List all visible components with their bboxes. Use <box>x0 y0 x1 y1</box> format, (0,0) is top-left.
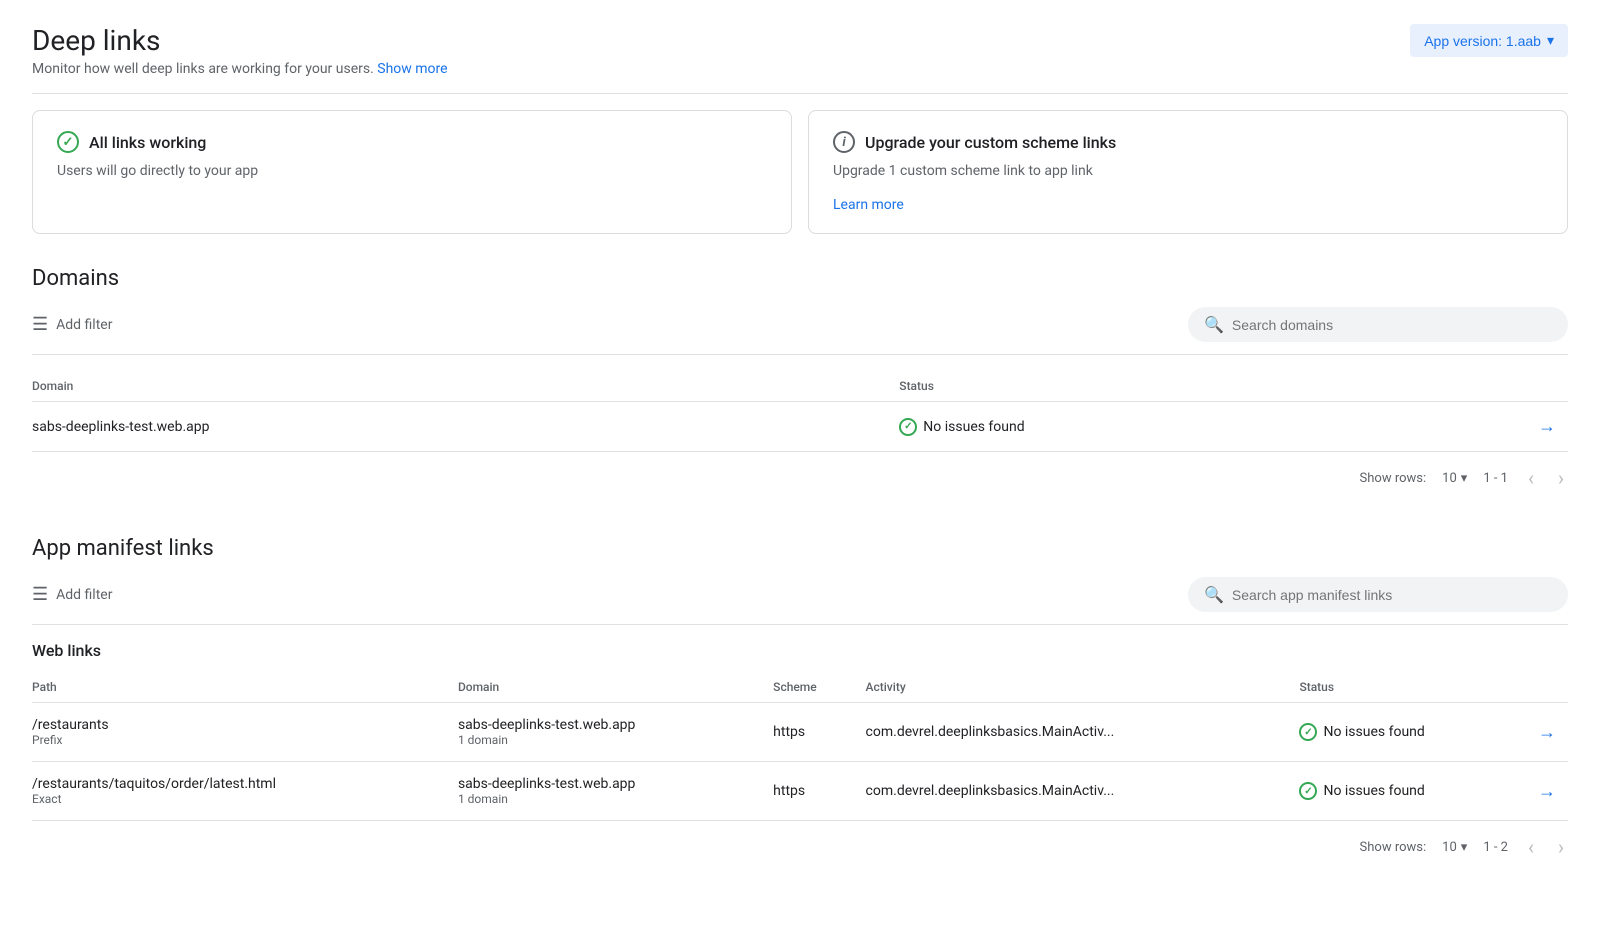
app-manifest-search-input[interactable] <box>1232 587 1552 603</box>
app-manifest-filter-label: Add filter <box>56 587 112 603</box>
domains-table-row: sabs-deeplinks-test.web.app No issues fo… <box>32 402 1568 452</box>
col-path: Path <box>32 672 458 703</box>
domains-table: Domain Status sabs-deeplinks-test.web.ap… <box>32 371 1568 452</box>
app-version-label: App version: 1.aab <box>1424 33 1541 49</box>
learn-more-link[interactable]: Learn more <box>833 197 904 213</box>
chevron-down-icon: ▾ <box>1547 32 1554 49</box>
row-domain: sabs-deeplinks-test.web.app 1 domain <box>458 703 773 762</box>
domains-next-btn[interactable]: › <box>1554 464 1568 492</box>
header-divider <box>32 93 1568 94</box>
app-manifest-search-box: 🔍 <box>1188 577 1568 612</box>
manifest-row-arrow[interactable]: → <box>1528 703 1568 762</box>
row-status: No issues found <box>1299 762 1528 821</box>
app-manifest-filter-left[interactable]: ☰ Add filter <box>32 584 1188 605</box>
manifest-rows-select[interactable]: 10 ▾ <box>1442 840 1467 855</box>
app-manifest-section: App manifest links ☰ Add filter 🔍 Web li… <box>32 536 1568 873</box>
app-manifest-table-row: /restaurants/taquitos/order/latest.html … <box>32 762 1568 821</box>
domains-search-input[interactable] <box>1232 317 1552 333</box>
row-scheme: https <box>773 762 865 821</box>
app-manifest-filter-row: ☰ Add filter 🔍 <box>32 577 1568 625</box>
search-icon: 🔍 <box>1204 315 1224 334</box>
row-path: /restaurants/taquitos/order/latest.html … <box>32 762 458 821</box>
chevron-down-icon: ▾ <box>1461 840 1468 855</box>
domain-row-arrow[interactable]: → <box>1528 402 1568 452</box>
card-all-links-working: All links working Users will go directly… <box>32 110 792 234</box>
page-title: Deep links <box>32 24 1568 57</box>
check-circle-icon <box>57 131 79 153</box>
show-more-link[interactable]: Show more <box>377 61 447 77</box>
web-links-title: Web links <box>32 641 1568 660</box>
manifest-next-btn[interactable]: › <box>1554 833 1568 861</box>
filter-icon: ☰ <box>32 584 48 605</box>
app-manifest-table-row: /restaurants Prefix sabs-deeplinks-test.… <box>32 703 1568 762</box>
domains-pagination: Show rows: 10 ▾ 1 - 1 ‹ › <box>32 452 1568 504</box>
page-header: Deep links Monitor how well deep links a… <box>32 24 1568 77</box>
search-icon: 🔍 <box>1204 585 1224 604</box>
domains-col-domain: Domain <box>32 371 899 402</box>
domains-filter-left[interactable]: ☰ Add filter <box>32 314 1188 335</box>
status-ok-icon <box>1299 723 1317 741</box>
card-header: i Upgrade your custom scheme links <box>833 131 1543 153</box>
col-status: Status <box>1299 672 1528 703</box>
domains-filter-row: ☰ Add filter 🔍 <box>32 307 1568 355</box>
card-body: Users will go directly to your app <box>57 163 767 179</box>
row-activity: com.devrel.deeplinksbasics.MainActiv... <box>866 762 1300 821</box>
domains-section: Domains ☰ Add filter 🔍 Domain Status sab… <box>32 266 1568 504</box>
filter-icon: ☰ <box>32 314 48 335</box>
manifest-row-arrow[interactable]: → <box>1528 762 1568 821</box>
row-path: /restaurants Prefix <box>32 703 458 762</box>
domains-section-title: Domains <box>32 266 1568 291</box>
row-activity: com.devrel.deeplinksbasics.MainActiv... <box>866 703 1300 762</box>
domains-prev-btn[interactable]: ‹ <box>1524 464 1538 492</box>
row-status: No issues found <box>1299 703 1528 762</box>
col-domain: Domain <box>458 672 773 703</box>
row-domain: sabs-deeplinks-test.web.app 1 domain <box>458 762 773 821</box>
domains-col-status: Status <box>899 371 1528 402</box>
domains-search-box: 🔍 <box>1188 307 1568 342</box>
status-ok-icon <box>1299 782 1317 800</box>
chevron-down-icon: ▾ <box>1461 471 1468 486</box>
app-manifest-section-title: App manifest links <box>32 536 1568 561</box>
domain-name: sabs-deeplinks-test.web.app <box>32 402 899 452</box>
card-header: All links working <box>57 131 767 153</box>
page-subtitle: Monitor how well deep links are working … <box>32 61 1568 77</box>
app-manifest-table: Path Domain Scheme Activity Status /rest… <box>32 672 1568 821</box>
row-scheme: https <box>773 703 865 762</box>
card-title: Upgrade your custom scheme links <box>865 133 1116 152</box>
card-body: Upgrade 1 custom scheme link to app link <box>833 163 1543 179</box>
col-scheme: Scheme <box>773 672 865 703</box>
manifest-prev-btn[interactable]: ‹ <box>1524 833 1538 861</box>
app-manifest-pagination: Show rows: 10 ▾ 1 - 2 ‹ › <box>32 821 1568 873</box>
card-upgrade-custom-scheme: i Upgrade your custom scheme links Upgra… <box>808 110 1568 234</box>
domains-filter-label: Add filter <box>56 317 112 333</box>
domains-rows-select[interactable]: 10 ▾ <box>1442 471 1467 486</box>
cards-row: All links working Users will go directly… <box>32 110 1568 234</box>
app-version-button[interactable]: App version: 1.aab ▾ <box>1410 24 1568 57</box>
domain-status: No issues found <box>899 402 1528 452</box>
col-activity: Activity <box>866 672 1300 703</box>
card-title: All links working <box>89 133 206 152</box>
status-ok-icon <box>899 418 917 436</box>
info-circle-icon: i <box>833 131 855 153</box>
